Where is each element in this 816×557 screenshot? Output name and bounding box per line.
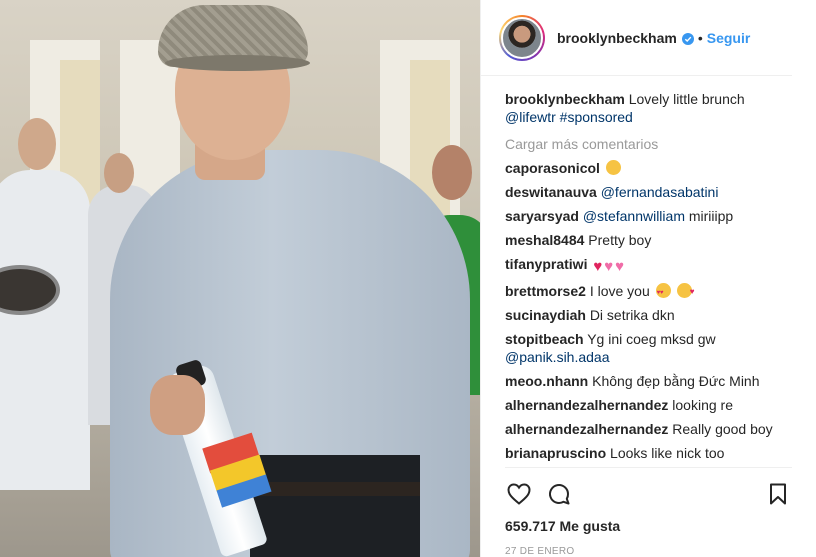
comment-username[interactable]: caporasonicol xyxy=(505,160,600,176)
comments-list[interactable]: brooklynbeckham Lovely little brunch @li… xyxy=(481,76,816,467)
post-date[interactable]: 27 DE ENERO xyxy=(505,546,792,557)
comment-username[interactable]: meoo.nhann xyxy=(505,373,588,389)
like-count[interactable]: 659.717 Me gusta xyxy=(505,518,792,534)
caption-hashtag[interactable]: #sponsored xyxy=(560,109,633,125)
background-woman-head xyxy=(432,145,472,200)
comment-text: Looks like nick too xyxy=(610,445,725,461)
avatar[interactable] xyxy=(499,14,545,61)
comment-text: Di setrika dkn xyxy=(589,307,675,323)
comment: saryarsyad @stefannwilliam miriiipp xyxy=(505,207,792,225)
comment-mention[interactable]: @panik.sih.adaa xyxy=(505,349,610,365)
comment: alhernandezalhernandez Really good boy xyxy=(505,420,792,438)
belt xyxy=(250,482,420,496)
caption-mention[interactable]: @lifewtr xyxy=(505,109,556,125)
comment-text: Pretty boy xyxy=(588,232,652,248)
header-username[interactable]: brooklynbeckham xyxy=(557,30,677,46)
post-photo[interactable] xyxy=(0,0,480,557)
post-sidebar: brooklynbeckham • Seguir brooklynbeckham… xyxy=(480,0,816,557)
comment: tifanypratiwi ♥ ♥ ♥ xyxy=(505,255,792,276)
comment-username[interactable]: sucinaydiah xyxy=(505,307,586,323)
comment-username[interactable]: alhernandezalhernandez xyxy=(505,397,668,413)
comment: meshal8484 Pretty boy xyxy=(505,231,792,249)
speech-bubble-icon[interactable] xyxy=(545,480,573,508)
verified-badge-icon xyxy=(681,32,694,45)
comment-text: miriiipp xyxy=(688,208,734,224)
red-heart-emoji-icon: ♥ xyxy=(593,258,603,275)
background-waiter-head xyxy=(18,118,56,170)
comment-username[interactable]: deswitanauva xyxy=(505,184,597,200)
separator-dot: • xyxy=(697,29,703,46)
comment-text: Yg ini coeg mksd gw xyxy=(587,331,716,347)
comment-username[interactable]: stopitbeach xyxy=(505,331,584,347)
pink-hearts-emoji-icon: ♥ xyxy=(604,258,614,275)
comment-text: I love you xyxy=(589,283,650,299)
comment: brianapruscino Looks like nick too xyxy=(505,444,792,462)
comment: sucinaydiah Di setrika dkn xyxy=(505,306,792,324)
comment-text: Không đẹp bằng Đức Minh xyxy=(592,373,760,389)
comment-username[interactable]: alhernandezalhernandez xyxy=(505,421,668,437)
comment: alhernandezalhernandez looking re xyxy=(505,396,792,414)
heart-eyes-emoji-icon xyxy=(655,283,671,302)
comment-text: looking re xyxy=(672,397,733,413)
avatar-image xyxy=(501,16,543,59)
comment-username[interactable]: saryarsyad xyxy=(505,208,579,224)
trousers xyxy=(250,455,420,557)
comment-username[interactable]: brianapruscino xyxy=(505,445,606,461)
kiss-emoji-icon xyxy=(676,283,695,301)
post-actions: 659.717 Me gusta 27 DE ENERO xyxy=(505,467,792,557)
comment: meoo.nhann Không đẹp bằng Đức Minh xyxy=(505,372,792,390)
caption: brooklynbeckham Lovely little brunch @li… xyxy=(505,90,792,126)
caption-username[interactable]: brooklynbeckham xyxy=(505,91,625,107)
action-icons xyxy=(505,476,792,512)
sparkling-heart-emoji-icon: ♥ xyxy=(615,258,625,275)
background-waiter xyxy=(0,170,90,490)
instagram-post: brooklynbeckham • Seguir brooklynbeckham… xyxy=(0,0,816,557)
comment: deswitanauva @fernandasabatini xyxy=(505,183,792,201)
bookmark-icon[interactable] xyxy=(764,480,792,508)
load-more-comments-button[interactable]: Cargar más comentarios xyxy=(505,136,792,152)
background-person-head xyxy=(104,153,134,193)
caption-text: Lovely little brunch xyxy=(628,91,745,107)
comment-mention[interactable]: @stefannwilliam xyxy=(583,208,685,224)
flat-cap-brim xyxy=(165,55,310,71)
heart-outline-icon[interactable] xyxy=(505,480,533,508)
comment-username[interactable]: brettmorse2 xyxy=(505,283,586,299)
follow-button[interactable]: Seguir xyxy=(707,30,751,46)
comment: brettmorse2 I love you xyxy=(505,282,792,302)
hand xyxy=(150,375,205,435)
comment-mention[interactable]: @fernandasabatini xyxy=(601,184,719,200)
comment-text: Really good boy xyxy=(672,421,773,437)
comment: stopitbeach Yg ini coeg mksd gw @panik.s… xyxy=(505,330,792,366)
post-header: brooklynbeckham • Seguir xyxy=(481,0,792,76)
comment-username[interactable]: meshal8484 xyxy=(505,232,584,248)
comment: caporasonicol xyxy=(505,159,792,177)
comment-username[interactable]: tifanypratiwi xyxy=(505,256,587,272)
smirk-emoji-icon xyxy=(605,160,621,175)
